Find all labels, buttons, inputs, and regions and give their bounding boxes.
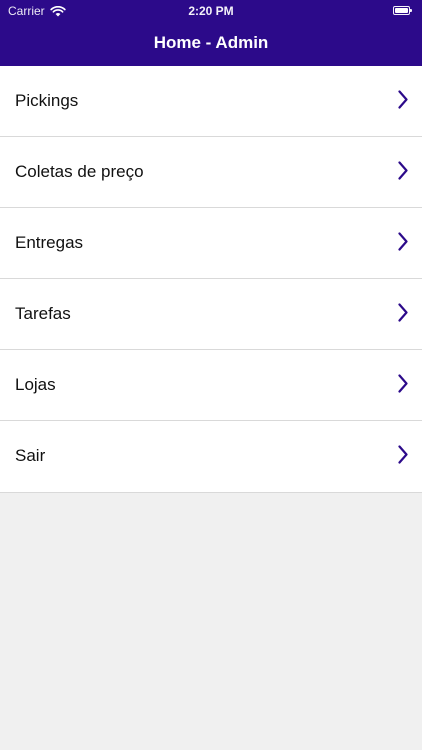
chevron-right-icon	[398, 303, 408, 322]
menu-item-sair[interactable]: Sair	[0, 421, 422, 492]
menu-list: Pickings Coletas de preço Entregas Taref…	[0, 66, 422, 493]
chevron-right-icon	[398, 445, 408, 464]
chevron-right-icon	[398, 374, 408, 393]
menu-item-label: Sair	[15, 446, 46, 465]
menu-item-label: Entregas	[15, 233, 84, 252]
menu-item-entregas[interactable]: Entregas	[0, 208, 422, 279]
menu-item-label: Tarefas	[15, 304, 71, 323]
menu-item-lojas[interactable]: Lojas	[0, 350, 422, 421]
menu-item-label: Coletas de preço	[15, 162, 144, 181]
battery-level	[395, 8, 408, 13]
page-title: Home - Admin	[153, 33, 269, 52]
menu-item-coletas-de-preco[interactable]: Coletas de preço	[0, 137, 422, 208]
status-time: 2:20 PM	[188, 4, 234, 18]
menu-item-label: Lojas	[15, 375, 56, 394]
menu-item-pickings[interactable]: Pickings	[0, 66, 422, 137]
app-screen: Carrier 2:20 PM Home - Admin Pickings Co…	[0, 0, 422, 750]
status-bar: Carrier 2:20 PM	[0, 0, 422, 22]
chevron-right-icon	[398, 232, 408, 251]
menu-item-label: Pickings	[15, 91, 79, 110]
battery-icon	[393, 6, 412, 15]
menu-item-tarefas[interactable]: Tarefas	[0, 279, 422, 350]
chevron-right-icon	[398, 161, 408, 180]
chevron-right-icon	[398, 90, 408, 109]
navigation-bar: Carrier 2:20 PM Home - Admin	[0, 0, 422, 66]
